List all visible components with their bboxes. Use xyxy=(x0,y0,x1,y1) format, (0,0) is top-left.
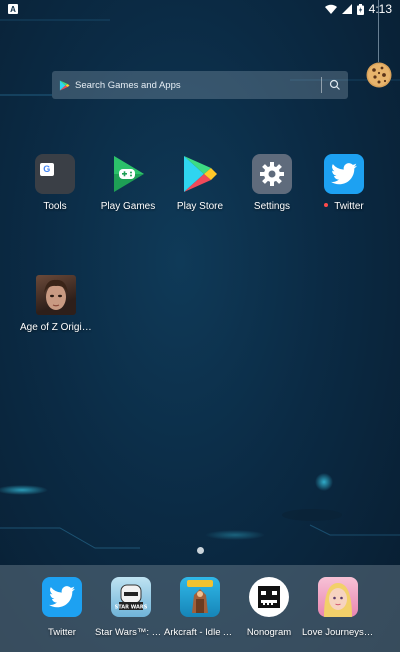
search-icon[interactable] xyxy=(328,78,342,92)
app-tools[interactable]: G Tools xyxy=(19,154,91,212)
dock: Twitter STAR WARS Star Wars™: Ca... Arkc… xyxy=(0,565,400,652)
dock-app-nonogram[interactable]: Nonogram xyxy=(233,577,305,638)
dock-app-love-journeys[interactable]: Love Journeys:... xyxy=(302,577,374,638)
settings-gear-icon xyxy=(252,154,292,194)
play-store-icon xyxy=(59,79,70,91)
signal-icon xyxy=(341,4,352,14)
new-badge-dot xyxy=(324,203,329,208)
svg-text:STAR WARS: STAR WARS xyxy=(115,605,148,611)
app-label: Tools xyxy=(43,201,67,212)
arkcraft-icon xyxy=(180,577,220,617)
app-label: Play Games xyxy=(100,201,156,212)
search-input[interactable]: Search Games and Apps xyxy=(75,80,181,91)
status-bar: A 4:13 xyxy=(0,0,400,18)
app-label: Settings xyxy=(253,201,291,212)
app-label: Nonogram xyxy=(246,627,292,638)
app-age-of-z[interactable]: Age of Z Origins xyxy=(20,275,92,333)
page-indicator xyxy=(197,547,204,554)
app-play-games[interactable]: Play Games xyxy=(92,154,164,212)
dock-app-star-wars[interactable]: STAR WARS Star Wars™: Ca... xyxy=(95,577,167,638)
cookie-string xyxy=(378,0,379,62)
app-play-store[interactable]: Play Store xyxy=(164,154,236,212)
dock-app-arkcraft[interactable]: Arkcraft - Idle A... xyxy=(164,577,236,638)
app-label: Arkcraft - Idle A... xyxy=(164,627,236,638)
app-label-text: Twitter xyxy=(334,201,364,212)
app-label: Twitter xyxy=(48,627,76,638)
cookie-icon[interactable] xyxy=(366,62,392,88)
app-label: Star Wars™: Ca... xyxy=(95,627,167,638)
love-journeys-icon xyxy=(318,577,358,617)
star-wars-icon: STAR WARS xyxy=(111,577,151,617)
wifi-icon xyxy=(324,4,337,14)
age-of-z-icon xyxy=(36,275,76,315)
app-label: Age of Z Origins xyxy=(20,322,92,333)
search-bar[interactable]: Search Games and Apps xyxy=(52,71,348,99)
play-games-icon xyxy=(108,154,148,194)
search-divider xyxy=(321,77,322,93)
twitter-icon xyxy=(324,154,364,194)
status-clock: 4:13 xyxy=(368,2,392,16)
app-settings[interactable]: Settings xyxy=(236,154,308,212)
app-twitter[interactable]: Twitter xyxy=(308,154,380,212)
twitter-icon xyxy=(42,577,82,617)
app-label: Play Store xyxy=(176,201,224,212)
dock-app-twitter[interactable]: Twitter xyxy=(26,577,98,638)
tools-folder-icon: G xyxy=(35,154,75,194)
notification-icon: A xyxy=(8,4,18,14)
play-store-icon xyxy=(180,154,220,194)
app-label: Love Journeys:... xyxy=(302,627,374,638)
battery-icon xyxy=(356,3,364,15)
nonogram-icon xyxy=(249,577,289,617)
app-label: Twitter xyxy=(308,201,380,212)
